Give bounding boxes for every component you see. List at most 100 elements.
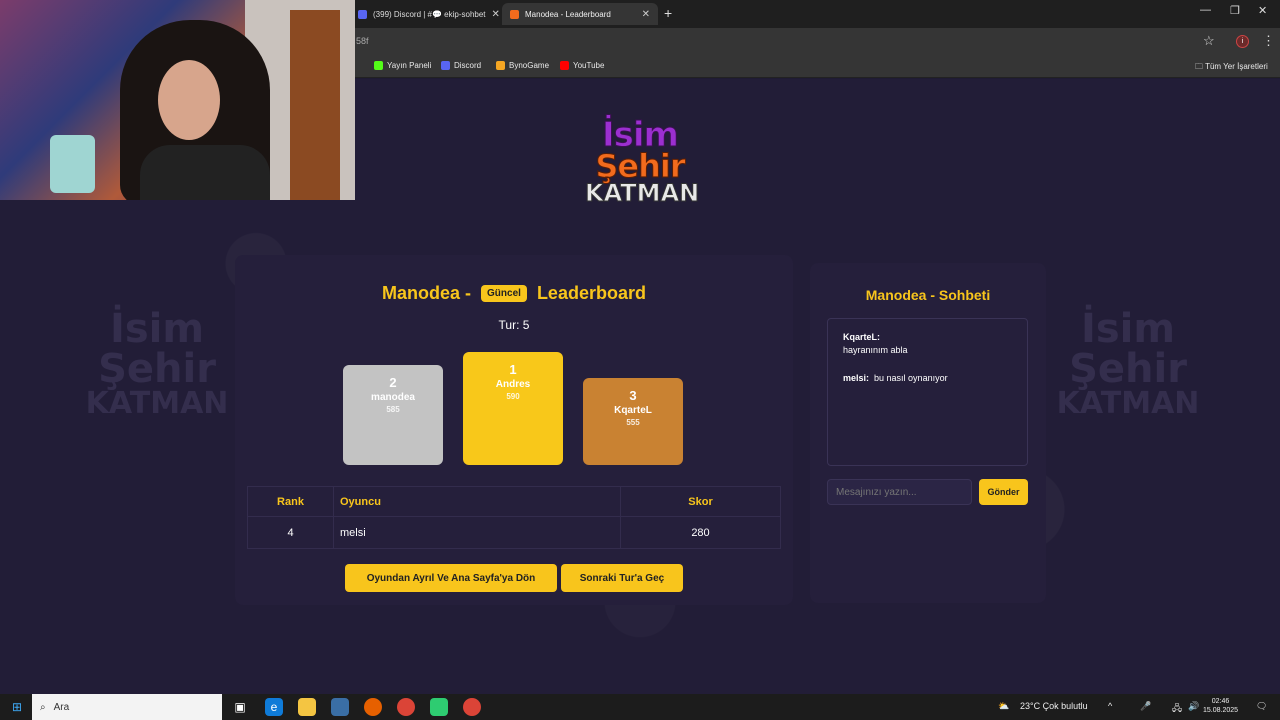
leaderboard-table: Rank Oyuncu Skor 4 melsi 280 bbox=[247, 486, 781, 549]
bookmark-label: BynoGame bbox=[509, 61, 550, 70]
new-tab-icon[interactable]: + bbox=[664, 5, 672, 21]
column-header-score: Skor bbox=[620, 486, 781, 517]
bookmark-bynogame[interactable]: BynoGame bbox=[496, 61, 549, 70]
status-badge: Güncel bbox=[481, 285, 527, 302]
tab-label: Manodea - Leaderboard bbox=[525, 9, 611, 19]
all-bookmarks-folder[interactable]: 🗀 Tüm Yer İşaretleri bbox=[1195, 61, 1268, 75]
bookmark-label: YouTube bbox=[573, 61, 605, 70]
round-indicator: Tur: 5 bbox=[498, 318, 530, 332]
task-view-icon[interactable]: ▣ bbox=[231, 698, 249, 716]
windows-start-icon[interactable]: ⊞ bbox=[8, 698, 26, 716]
webcam-overlay bbox=[0, 0, 355, 200]
chrome-active-icon[interactable] bbox=[463, 698, 481, 716]
chat-username: KqarteL: bbox=[843, 332, 881, 342]
restore-icon[interactable]: ❐ bbox=[1230, 4, 1240, 17]
tab-label: (399) Discord | #💬 ekip-sohbet bbox=[373, 9, 486, 19]
edge-icon[interactable]: e bbox=[265, 698, 283, 716]
podium-name: Andres bbox=[495, 379, 531, 390]
profile-avatar[interactable]: i bbox=[1236, 35, 1249, 48]
taskbar-search[interactable]: ⌕ Ara bbox=[32, 694, 222, 720]
windows-taskbar: ⊞ ⌕ Ara ▣ e ⛅ 23°C Çok bulutlu ^ 🎤 🖧 🔊 0… bbox=[0, 694, 1280, 720]
podium-rank: 3 bbox=[629, 388, 637, 403]
microphone-icon[interactable]: 🎤 bbox=[1140, 701, 1151, 712]
podium-second: 2 manodea 585 bbox=[343, 365, 443, 465]
podium-name: manodea bbox=[371, 392, 415, 403]
url-text[interactable]: 58f bbox=[356, 36, 369, 46]
column-header-rank: Rank bbox=[247, 486, 334, 517]
column-header-player: Oyuncu bbox=[333, 486, 621, 517]
logo-line-katman: KATMAN bbox=[585, 178, 700, 207]
taskbar-clock[interactable]: 02:46 15.08.2025 bbox=[1203, 697, 1238, 716]
podium-score: 555 bbox=[626, 418, 640, 427]
background-logo-right: İsim Şehir KATMAN bbox=[1056, 306, 1200, 421]
clock-date: 15.08.2025 bbox=[1203, 707, 1239, 715]
podium-third: 3 KqarteL 555 bbox=[583, 378, 683, 465]
chrome-icon[interactable] bbox=[397, 698, 415, 716]
kick-icon bbox=[374, 61, 383, 70]
discord-icon bbox=[441, 61, 450, 70]
discord-icon bbox=[358, 9, 367, 19]
podium-rank: 1 bbox=[509, 362, 517, 377]
chat-message: melsi: bu nasıl oynanıyor bbox=[843, 372, 1012, 385]
bookmark-star-icon[interactable]: ☆ bbox=[1203, 33, 1215, 49]
bookmark-label: Yayın Paneli bbox=[387, 61, 432, 70]
minimize-icon[interactable]: — bbox=[1200, 4, 1211, 16]
weather-icon: ⛅ bbox=[998, 701, 1010, 711]
app-icon[interactable] bbox=[430, 698, 448, 716]
cell-rank: 4 bbox=[247, 516, 334, 549]
close-icon[interactable]: ✕ bbox=[642, 9, 650, 20]
weather-text[interactable]: 23°C Çok bulutlu bbox=[1020, 701, 1088, 711]
webcam-person-face bbox=[158, 60, 220, 140]
chat-card: Manodea - Sohbeti KqarteL: hayranınım ab… bbox=[810, 263, 1046, 603]
podium-name: KqarteL bbox=[614, 405, 652, 416]
chat-message: KqarteL: hayranınım abla bbox=[843, 331, 1012, 356]
close-icon[interactable]: ✕ bbox=[492, 9, 500, 20]
logo-line-sehir: Şehir bbox=[595, 147, 686, 186]
cell-score: 280 bbox=[620, 516, 781, 549]
store-icon[interactable] bbox=[331, 698, 349, 716]
cell-player: melsi bbox=[333, 516, 621, 549]
send-message-button[interactable]: Gönder bbox=[979, 479, 1028, 505]
menu-icon[interactable]: ⋮ bbox=[1262, 33, 1275, 49]
tab-discord[interactable]: (399) Discord | #💬 ekip-sohbet ✕ bbox=[350, 3, 500, 25]
volume-icon[interactable]: 🔊 bbox=[1188, 701, 1199, 712]
notification-icon[interactable]: 🗨 bbox=[1256, 701, 1267, 712]
folder-icon: 🗀 bbox=[1195, 62, 1206, 71]
game-logo[interactable]: İsim Şehir KATMAN bbox=[585, 117, 700, 207]
clock-time: 02:46 bbox=[1211, 698, 1230, 705]
site-icon bbox=[510, 9, 519, 19]
podium-score: 585 bbox=[386, 405, 400, 414]
close-window-icon[interactable]: ✕ bbox=[1258, 4, 1267, 17]
bookmark-label: Discord bbox=[454, 61, 482, 70]
bookmark-yayin-paneli[interactable]: Yayın Paneli bbox=[374, 61, 431, 70]
background-logo-left: İsim Şehir KATMAN bbox=[85, 306, 229, 421]
leave-game-button[interactable]: Oyundan Ayrıl Ve Ana Sayfa'ya Dön bbox=[345, 564, 557, 592]
podium-rank: 2 bbox=[389, 375, 397, 390]
chat-username: melsi: bbox=[843, 373, 870, 384]
title-leaderboard: Leaderboard bbox=[536, 283, 646, 303]
table-row: 4 melsi 280 bbox=[247, 516, 781, 549]
firefox-icon[interactable] bbox=[364, 698, 382, 716]
webcam-cup bbox=[50, 135, 95, 193]
bookmark-youtube[interactable]: YouTube bbox=[560, 61, 604, 70]
chat-message-input[interactable] bbox=[827, 479, 972, 505]
leaderboard-title: Manodea - Güncel Leaderboard bbox=[235, 283, 793, 304]
chat-title: Manodea - Sohbeti bbox=[865, 287, 991, 303]
podium-first: 1 Andres 590 bbox=[463, 352, 563, 465]
youtube-icon bbox=[560, 61, 569, 70]
search-icon: ⌕ bbox=[40, 701, 46, 713]
file-explorer-icon[interactable] bbox=[298, 698, 316, 716]
chat-messages[interactable]: KqarteL: hayranınım abla melsi: bu nasıl… bbox=[827, 318, 1028, 466]
next-round-button[interactable]: Sonraki Tur'a Geç bbox=[561, 564, 683, 592]
chat-text: hayranınım abla bbox=[843, 344, 908, 355]
table-header-row: Rank Oyuncu Skor bbox=[247, 486, 781, 517]
search-label: Ara bbox=[53, 701, 70, 713]
tray-chevron-icon[interactable]: ^ bbox=[1108, 701, 1112, 711]
chat-text: bu nasıl oynanıyor bbox=[874, 373, 948, 384]
title-room-name: Manodea - bbox=[382, 283, 472, 303]
network-icon[interactable]: 🖧 bbox=[1172, 701, 1182, 717]
tab-leaderboard[interactable]: Manodea - Leaderboard ✕ bbox=[502, 3, 658, 25]
bookmark-discord[interactable]: Discord bbox=[441, 61, 481, 70]
podium-score: 590 bbox=[506, 392, 520, 401]
bynogame-icon bbox=[496, 61, 505, 70]
